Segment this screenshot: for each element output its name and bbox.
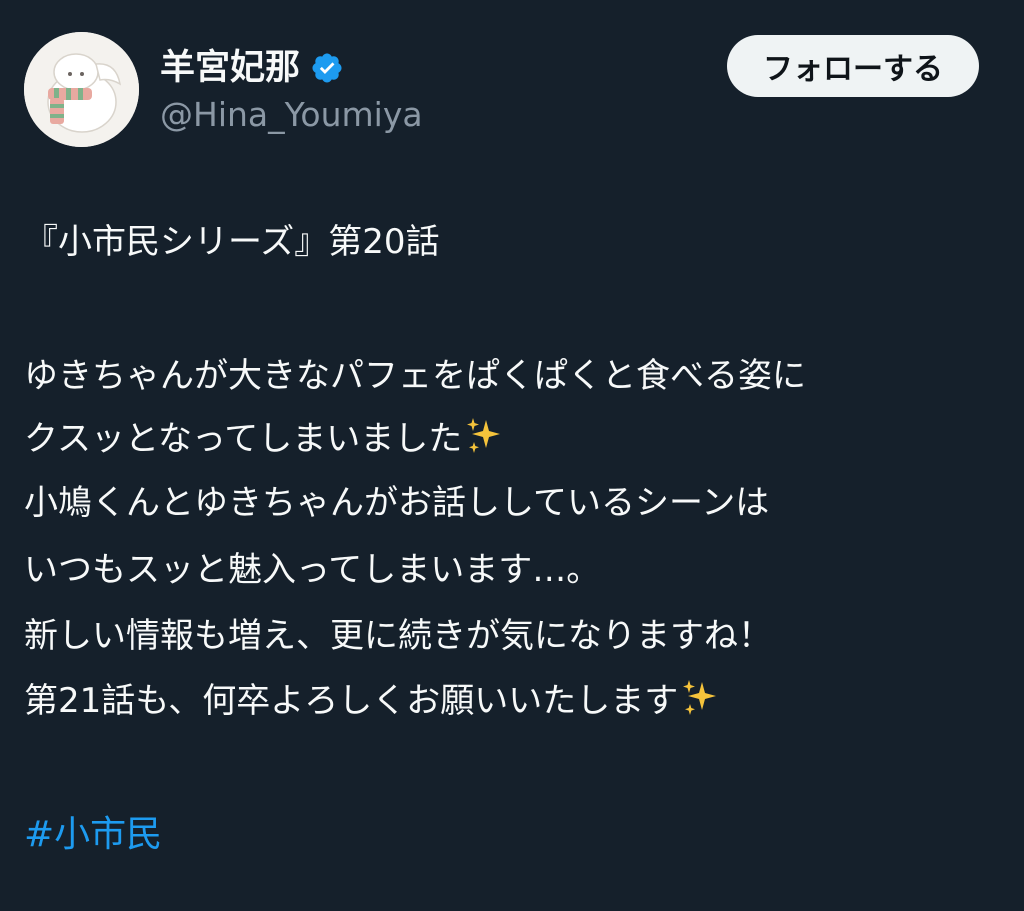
tweet-line-6: 第21話も、何卒よろしくお願いいたします: [24, 677, 1004, 725]
tweet-line-5: 新しい情報も増え、更に続きが気になりますね！: [24, 616, 772, 656]
tweet-line-1: ゆきちゃんが大きなパフェをぱくぱくと食べる姿に: [24, 356, 806, 396]
sparkles-emoji-icon: [680, 678, 720, 718]
tweet-line-4: いつもスッと魅入ってしまいます…。: [24, 550, 601, 590]
tweet-line-2: クスッとなってしまいました: [24, 415, 1004, 463]
follow-button[interactable]: フォローする: [727, 35, 979, 97]
tweet-title-line: 『小市民シリーズ』第20話: [24, 222, 440, 262]
avatar-illustration: [24, 32, 139, 147]
display-name[interactable]: 羊宮妃那: [160, 42, 300, 94]
verified-badge-icon: [310, 51, 344, 85]
tweet-line-6-text: 第21話も、何卒よろしくお願いいたします: [24, 681, 679, 721]
author-name-row: 羊宮妃那: [160, 42, 344, 94]
tweet-line-2-text: クスッとなってしまいました: [24, 419, 463, 459]
tweet-card: 羊宮妃那 @Hina_Youmiya フォローする 『小市民シリーズ』第20話 …: [0, 0, 1024, 911]
sparkles-emoji-icon: [464, 416, 504, 456]
author-handle[interactable]: @Hina_Youmiya: [160, 92, 423, 138]
avatar[interactable]: [24, 32, 139, 147]
hashtag-link[interactable]: #小市民: [24, 810, 162, 860]
tweet-line-3: 小鳩くんとゆきちゃんがお話ししているシーンは: [24, 483, 770, 523]
